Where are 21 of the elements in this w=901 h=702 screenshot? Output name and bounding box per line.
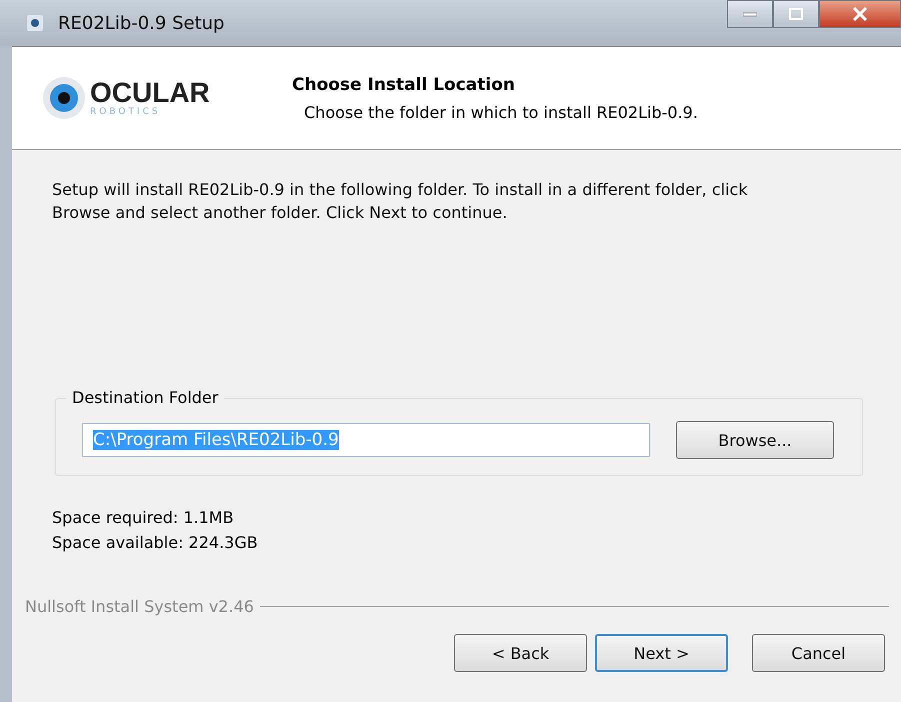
- app-icon: [26, 14, 44, 32]
- logo-subtitle: ROBOTICS: [90, 107, 162, 117]
- close-icon: [852, 7, 868, 21]
- maximize-icon: [789, 8, 803, 20]
- page-title: Choose Install Location: [292, 74, 516, 94]
- branding-text: Nullsoft Install System v2.46: [25, 597, 254, 616]
- browse-button[interactable]: Browse...: [676, 421, 834, 459]
- dialog-button[interactable]: < Back: [454, 634, 587, 672]
- instructions-text: Setup will install RE02Lib-0.9 in the following folder. To install in a different folder, click Browse and select another folder. Click Next to continue.: [52, 179, 749, 224]
- space-info-text: Space required: 1.1MB: [52, 508, 235, 527]
- close-button[interactable]: [819, 0, 901, 28]
- maximize-button[interactable]: [773, 0, 819, 28]
- dialog-button[interactable]: Next >: [595, 634, 728, 672]
- space-info-text: Space available: 224.3GB: [52, 533, 259, 552]
- window-title: RE02Lib-0.9 Setup: [58, 12, 224, 34]
- page-subtitle: Choose the folder in which to install RE02Lib-0.9.: [303, 102, 698, 122]
- minimize-button[interactable]: [727, 0, 773, 28]
- minimize-icon: [743, 11, 757, 17]
- eye-icon: [42, 76, 86, 120]
- dialog-button[interactable]: Cancel: [752, 634, 885, 672]
- logo-wordmark: OCULAR: [90, 79, 210, 107]
